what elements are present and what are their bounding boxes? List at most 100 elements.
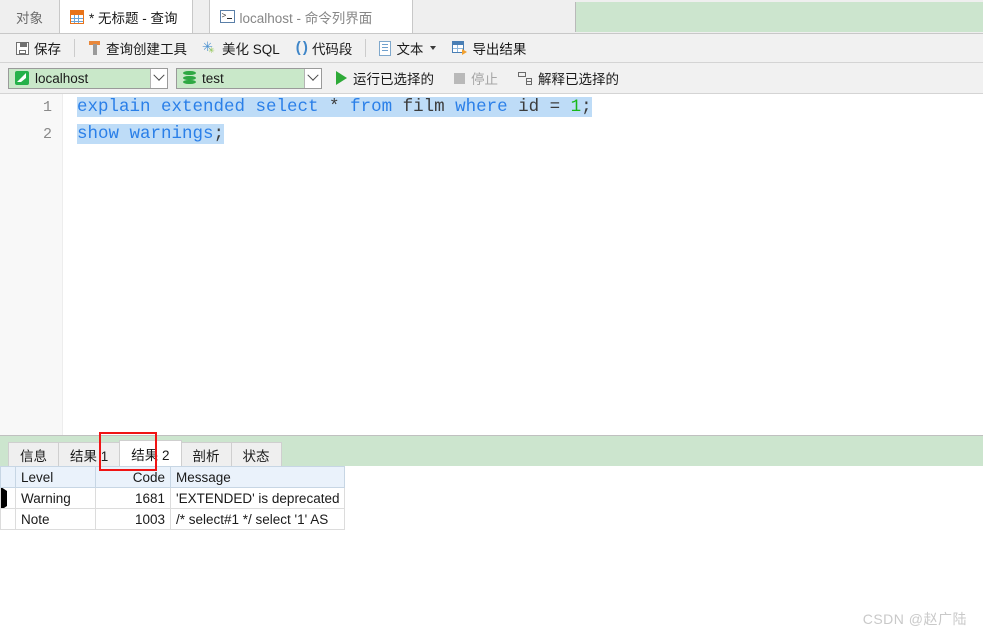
beautify-sql-button[interactable]: 美化 SQL	[195, 36, 288, 60]
sql-line-1: explain extended select * from film wher…	[77, 94, 983, 121]
tab-result-1-label: 结果 1	[70, 448, 109, 464]
explain-selected-label: 解释已选择的	[538, 72, 619, 87]
beautify-sql-label: 美化 SQL	[222, 42, 280, 57]
database-select-value: test	[202, 70, 224, 86]
tab-untitled-query[interactable]: * 无标题 - 查询	[60, 0, 193, 33]
result-grid-panel: Level Code Message Warning 1681 'EXTENDE…	[0, 466, 983, 530]
toolbar-divider-2	[365, 39, 367, 57]
sql-token-star: *	[318, 97, 351, 117]
play-icon	[336, 71, 347, 85]
chevron-down-icon	[307, 69, 319, 81]
cell-code[interactable]: 1681	[95, 487, 171, 509]
line-number: 1	[42, 99, 52, 116]
database-select[interactable]: test	[176, 67, 322, 89]
explain-icon	[518, 71, 532, 85]
tab-result-1[interactable]: 结果 1	[58, 442, 121, 466]
connection-select-value-wrap: localhost	[9, 71, 150, 86]
tab-command-line-interface[interactable]: > localhost - 命令列界面	[208, 0, 414, 33]
toolbar-divider-1	[74, 39, 75, 57]
cell-message[interactable]: /* select#1 */ select '1' AS	[169, 508, 346, 530]
tab-command-line-interface-label: localhost - 命令列界面	[239, 10, 373, 26]
tab-status[interactable]: 状态	[230, 442, 282, 466]
export-results-label: 导出结果	[472, 42, 527, 57]
sql-token-semicolon: ;	[213, 124, 225, 144]
tabbar-green-strip	[575, 2, 983, 32]
column-header-level[interactable]: Level	[15, 466, 96, 488]
text-view-button[interactable]: 文本	[371, 36, 444, 60]
tab-profile[interactable]: 剖析	[180, 442, 232, 466]
column-header-code[interactable]: Code	[95, 466, 171, 488]
cell-level[interactable]: Warning	[15, 487, 96, 509]
editor-toolbar: 保存 查询创建工具 美化 SQL ( ) 代码段 文本 导出结果	[0, 34, 983, 63]
row-indicator-header	[0, 466, 16, 488]
export-results-button[interactable]: 导出结果	[444, 36, 534, 60]
tab-result-2[interactable]: 结果 2	[119, 440, 182, 466]
current-row-arrow-icon	[1, 488, 7, 508]
chevron-down-icon	[153, 69, 165, 81]
database-icon	[183, 71, 196, 85]
stop-label: 停止	[471, 72, 498, 87]
query-builder-label: 查询创建工具	[106, 42, 187, 57]
line-number: 2	[42, 126, 52, 143]
console-icon: >	[219, 10, 235, 23]
row-indicator-cell	[0, 508, 16, 530]
connection-toolbar: localhost test 运行已选择的 停止 解释已选择的	[0, 63, 983, 94]
sql-editor[interactable]: 1 2 explain extended select * from film …	[0, 94, 983, 435]
cell-message[interactable]: 'EXTENDED' is deprecated	[169, 487, 346, 509]
save-icon	[16, 41, 29, 55]
text-view-label: 文本	[396, 42, 424, 57]
table-header-row: Level Code Message	[0, 466, 346, 488]
tab-info-label: 信息	[20, 448, 47, 464]
sql-token-show-warnings: show warnings	[77, 124, 214, 144]
cell-code[interactable]: 1003	[95, 508, 171, 530]
line-number-gutter: 1 2	[0, 94, 63, 435]
sql-token-semicolon: ;	[581, 97, 592, 117]
tab-profile-label: 剖析	[192, 448, 220, 464]
tab-objects[interactable]: 对象	[0, 0, 60, 33]
connection-select[interactable]: localhost	[8, 67, 168, 89]
query-builder-button[interactable]: 查询创建工具	[80, 36, 195, 60]
connection-select-dropdown-button[interactable]	[150, 68, 167, 88]
magic-wand-icon	[202, 40, 217, 58]
table-row[interactable]: Warning 1681 'EXTENDED' is deprecated	[0, 487, 346, 509]
sql-token-keyword: explain extended select	[77, 97, 319, 117]
document-icon	[379, 40, 392, 56]
tab-objects-label: 对象	[16, 10, 43, 26]
grid-icon	[70, 9, 84, 24]
save-button-label: 保存	[34, 42, 61, 57]
sql-token-table: film	[392, 97, 456, 117]
database-select-value-wrap: test	[177, 71, 304, 86]
sql-code-area[interactable]: explain extended select * from film wher…	[62, 94, 983, 435]
sql-token-from: from	[350, 97, 393, 117]
connection-select-value: localhost	[35, 70, 89, 86]
tab-info[interactable]: 信息	[8, 442, 59, 466]
parentheses-icon: ( )	[295, 39, 308, 56]
window-tab-bar: 对象 * 无标题 - 查询 > localhost - 命令列界面	[0, 0, 983, 34]
query-builder-icon	[88, 41, 101, 55]
run-selected-button[interactable]: 运行已选择的	[330, 68, 440, 88]
database-select-dropdown-button[interactable]	[304, 68, 321, 88]
table-row[interactable]: Note 1003 /* select#1 */ select '1' AS	[0, 508, 346, 530]
sql-token-where: where	[455, 97, 508, 117]
sql-token-condition: id =	[507, 97, 571, 117]
run-selected-label: 运行已选择的	[353, 72, 434, 87]
cell-level[interactable]: Note	[15, 508, 96, 530]
column-header-message[interactable]: Message	[169, 466, 346, 488]
tab-untitled-query-label: * 无标题 - 查询	[89, 10, 178, 26]
warnings-table: Level Code Message Warning 1681 'EXTENDE…	[0, 466, 346, 530]
save-button[interactable]: 保存	[8, 36, 69, 60]
chevron-down-icon[interactable]	[430, 46, 437, 50]
tab-status-label: 状态	[242, 448, 270, 464]
stop-icon	[454, 72, 465, 84]
explain-selected-button[interactable]: 解释已选择的	[512, 68, 625, 88]
export-icon	[452, 41, 468, 55]
code-snippet-button[interactable]: ( ) 代码段	[288, 36, 361, 60]
code-snippet-label: 代码段	[311, 42, 353, 57]
row-indicator-cell	[0, 487, 16, 509]
connection-icon	[15, 71, 29, 85]
watermark: CSDN @赵广陆	[862, 611, 967, 627]
sql-token-number: 1	[570, 97, 582, 117]
tab-result-2-label: 结果 2	[131, 447, 170, 463]
sql-line-2: show warnings;	[77, 121, 983, 148]
stop-button: 停止	[448, 68, 504, 88]
